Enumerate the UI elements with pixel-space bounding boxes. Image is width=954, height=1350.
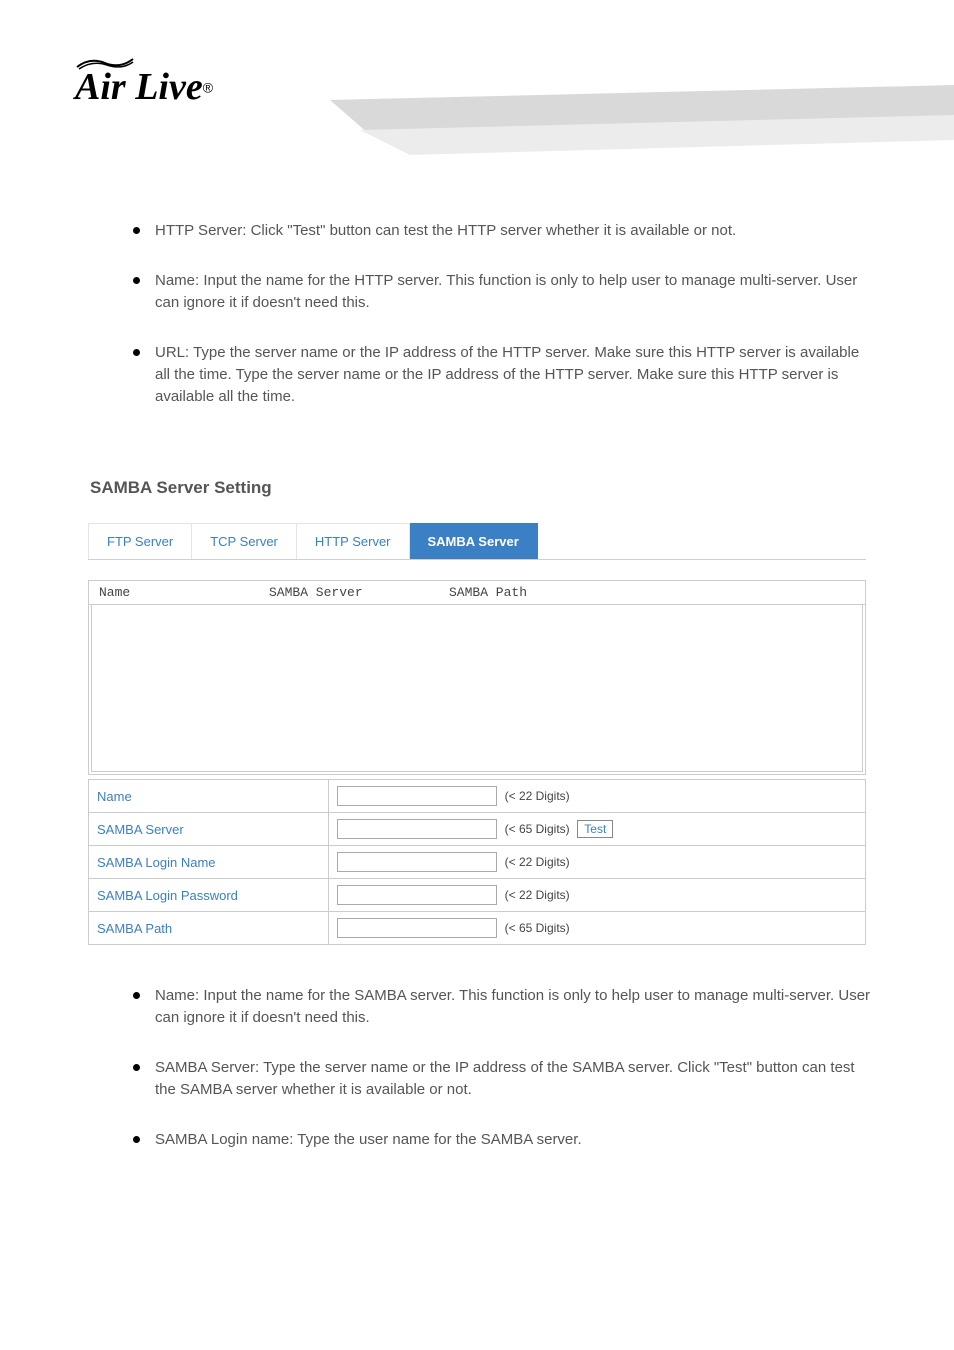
label-samba-login-name: SAMBA Login Name [89, 846, 329, 879]
hint: (< 22 Digits) [505, 855, 570, 869]
bullet-list-1: HTTP Server: Click "Test" button can tes… [125, 220, 954, 408]
section-heading: SAMBA Server Setting [90, 478, 954, 498]
hint: (< 22 Digits) [505, 789, 570, 803]
header-swoosh [330, 85, 954, 170]
logo-registered: ® [203, 80, 213, 96]
table-row: Name (< 22 Digits) [89, 780, 866, 813]
bullet-list-2: Name: Input the name for the SAMBA serve… [125, 985, 954, 1151]
hint: (< 65 Digits) [505, 822, 570, 836]
list-item: URL: Type the server name or the IP addr… [125, 342, 874, 408]
form-table: Name (< 22 Digits) SAMBA Server (< 65 Di… [88, 779, 866, 945]
name-field[interactable] [337, 786, 497, 806]
col-path: SAMBA Path [449, 585, 855, 600]
tab-ftp-server[interactable]: FTP Server [88, 523, 192, 559]
list-item: SAMBA Login name: Type the user name for… [125, 1129, 874, 1151]
list-item: Name: Input the name for the HTTP server… [125, 270, 874, 314]
label-samba-login-password: SAMBA Login Password [89, 879, 329, 912]
tab-tcp-server[interactable]: TCP Server [192, 523, 297, 559]
samba-server-field[interactable] [337, 819, 497, 839]
table-row: SAMBA Login Name (< 22 Digits) [89, 846, 866, 879]
tab-samba-server[interactable]: SAMBA Server [410, 523, 538, 559]
list-item: Name: Input the name for the SAMBA serve… [125, 985, 874, 1029]
table-row: SAMBA Path (< 65 Digits) [89, 912, 866, 945]
test-button[interactable]: Test [577, 820, 613, 838]
samba-login-name-field[interactable] [337, 852, 497, 872]
label-samba-server: SAMBA Server [89, 813, 329, 846]
logo-text: Air Live [75, 66, 203, 108]
server-list-body[interactable] [88, 605, 866, 775]
list-item: SAMBA Server: Type the server name or th… [125, 1057, 874, 1101]
page-header: Air Live® [0, 0, 954, 170]
tab-row: FTP Server TCP Server HTTP Server SAMBA … [88, 523, 866, 560]
list-item: HTTP Server: Click "Test" button can tes… [125, 220, 874, 242]
samba-login-password-field[interactable] [337, 885, 497, 905]
table-row: SAMBA Server (< 65 Digits) Test [89, 813, 866, 846]
server-list-header: Name SAMBA Server SAMBA Path [88, 580, 866, 605]
col-name: Name [99, 585, 269, 600]
table-row: SAMBA Login Password (< 22 Digits) [89, 879, 866, 912]
tab-http-server[interactable]: HTTP Server [297, 523, 410, 559]
brand-logo: Air Live® [75, 55, 250, 120]
label-samba-path: SAMBA Path [89, 912, 329, 945]
label-name: Name [89, 780, 329, 813]
hint: (< 65 Digits) [505, 921, 570, 935]
samba-path-field[interactable] [337, 918, 497, 938]
samba-config-panel: Name SAMBA Server SAMBA Path Name (< 22 … [88, 580, 866, 945]
hint: (< 22 Digits) [505, 888, 570, 902]
col-server: SAMBA Server [269, 585, 449, 600]
